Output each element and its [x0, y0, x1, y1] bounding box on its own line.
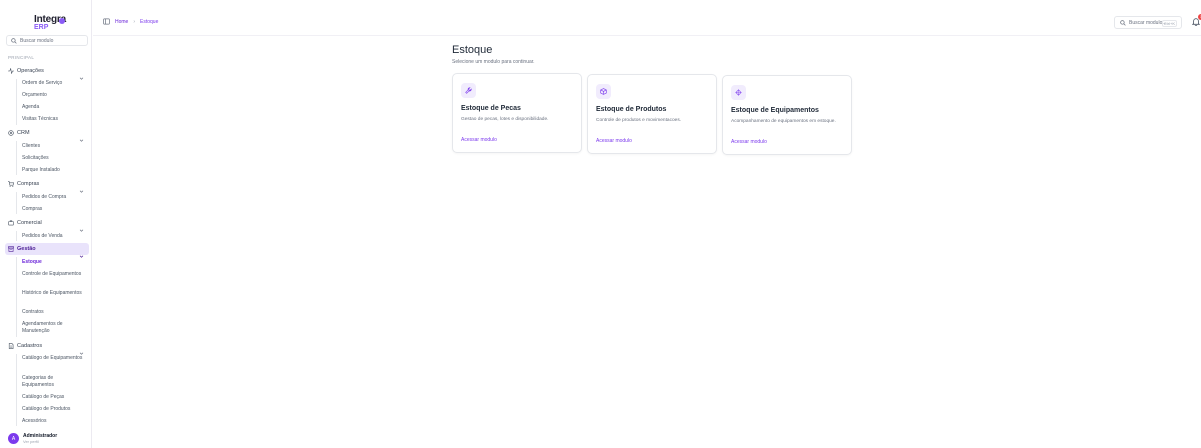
card-title: Estoque de Produtos: [596, 106, 667, 113]
logo-subtext: ERP: [34, 24, 49, 31]
page-subtitle: Selecione um modulo para continuar.: [452, 59, 535, 65]
card-description: Controle de produtos e movimentacoes.: [596, 118, 682, 123]
nav-item-pedidos-de-venda[interactable]: Pedidos de Venda: [22, 233, 84, 240]
nav-item-solicitacoes[interactable]: Solicitações: [22, 155, 84, 162]
nav-item-acessorios[interactable]: Acessórios: [22, 418, 84, 425]
nav-group-label: Comercial: [17, 220, 42, 226]
topbar: Home › Estoque Buscar modulo... Ctrl+K 1: [93, 0, 1201, 36]
card-title: Estoque de Equipamentos: [731, 107, 819, 114]
breadcrumb: Home › Estoque: [103, 18, 158, 25]
nav-group-label: Gestão: [17, 246, 36, 252]
nav-item-clientes[interactable]: Clientes: [22, 143, 84, 150]
nav-item-parque-instalado[interactable]: Parque Instalado: [22, 167, 84, 174]
wrench-icon: [461, 83, 476, 98]
search-icon: [1120, 19, 1126, 26]
nav-group-crm[interactable]: CRM: [5, 127, 89, 142]
nav-item-controle-de-equipamentos[interactable]: Controle de Equipamentos: [22, 271, 84, 278]
file-icon: [8, 343, 14, 349]
page-title: Estoque: [452, 44, 493, 56]
user-profile-link[interactable]: Ver perfil: [23, 439, 57, 444]
nav-group-label: CRM: [17, 130, 30, 136]
sidebar: Integra ERP Buscar modulo PRINCIPAL Oper…: [0, 0, 92, 448]
card-link[interactable]: Acessar modulo: [731, 139, 767, 145]
archive-icon: [8, 246, 14, 252]
card-description: Gestao de pecas, lotes e disponibilidade…: [461, 117, 549, 122]
briefcase-icon: [8, 220, 14, 226]
user-profile[interactable]: A Administrador Ver perfil: [8, 433, 57, 444]
package-icon: [596, 84, 611, 99]
nav-group-cadastros[interactable]: Cadastros: [5, 340, 89, 355]
sidebar-search-placeholder: Buscar modulo: [20, 37, 54, 44]
section-label: PRINCIPAL: [8, 55, 35, 60]
nav-item-catalogo-de-equipamentos[interactable]: Catálogo de Equipamentos: [22, 355, 84, 362]
nav-item-catalogo-de-produtos[interactable]: Catálogo de Produtos: [22, 406, 84, 413]
chevron-right-icon: ›: [133, 18, 136, 25]
nav-item-visitas-tecnicas[interactable]: Visitas Técnicas: [22, 116, 84, 123]
nav-tree-line: [16, 141, 17, 175]
nav-group-label: Compras: [17, 181, 40, 187]
nav-tree-line: [16, 79, 17, 125]
gear-icon: [731, 85, 746, 100]
breadcrumb-current: Estoque: [140, 18, 159, 25]
nav-group-compras[interactable]: Compras: [5, 178, 89, 193]
nav-item-compras[interactable]: Compras: [22, 206, 84, 213]
app-logo[interactable]: Integra ERP: [34, 15, 66, 32]
module-card-estoque-produtos[interactable]: Estoque de Produtos Controle de produtos…: [587, 74, 717, 154]
activity-icon: [8, 68, 14, 74]
nav-item-historico-de-equipamentos[interactable]: Histórico de Equipamentos: [22, 290, 84, 297]
sidebar-toggle-icon[interactable]: [103, 18, 110, 25]
target-icon: [8, 130, 14, 136]
nav-group-label: Cadastros: [17, 343, 43, 349]
nav-item-categorias-de-equipamentos[interactable]: Categorias de Equipamentos: [22, 375, 84, 389]
nav-item-orcamento[interactable]: Orçamento: [22, 92, 84, 99]
nav-tree-line: [16, 257, 17, 337]
nav-item-contratos[interactable]: Contratos: [22, 309, 84, 316]
nav-item-ordem-de-servico[interactable]: Ordem de Serviço: [22, 80, 84, 87]
nav-tree-line: [16, 192, 17, 214]
search-icon: [11, 37, 17, 44]
nav-group-operacoes[interactable]: Operações: [5, 65, 89, 80]
nav-item-agenda[interactable]: Agenda: [22, 104, 84, 111]
search-shortcut: Ctrl+K: [1161, 20, 1177, 27]
nav-tree-line: [16, 231, 17, 241]
card-title: Estoque de Pecas: [461, 105, 521, 112]
global-search-input[interactable]: Buscar modulo... Ctrl+K: [1114, 16, 1182, 29]
nav-tree-line: [16, 354, 17, 426]
nav-group-gestao[interactable]: Gestão: [5, 243, 89, 258]
nav-item-estoque[interactable]: Estoque: [22, 259, 84, 266]
nav-group-comercial[interactable]: Comercial: [5, 217, 89, 232]
nav-group-label: Operações: [17, 68, 44, 74]
module-card-estoque-equipamentos[interactable]: Estoque de Equipamentos Acompanhamento d…: [722, 75, 852, 155]
card-link[interactable]: Acessar modulo: [596, 138, 632, 144]
breadcrumb-home[interactable]: Home: [115, 19, 128, 25]
nav-item-catalogo-de-pecas[interactable]: Catálogo de Peças: [22, 394, 84, 401]
module-card-estoque-pecas[interactable]: Estoque de Pecas Gestao de pecas, lotes …: [452, 73, 582, 153]
cart-icon: [8, 181, 14, 187]
logo-dot-icon: [59, 18, 65, 24]
avatar: A: [8, 433, 19, 444]
nav-item-agendamentos-de-manutencao[interactable]: Agendamentos de Manutenção: [22, 321, 84, 335]
global-search-placeholder: Buscar modulo...: [1129, 19, 1167, 26]
nav-item-pedidos-de-compra[interactable]: Pedidos de Compra: [22, 194, 84, 201]
sidebar-search-input[interactable]: Buscar modulo: [6, 35, 88, 46]
card-description: Acompanhamento de equipamentos em estoqu…: [731, 119, 836, 124]
card-link[interactable]: Acessar modulo: [461, 137, 497, 143]
